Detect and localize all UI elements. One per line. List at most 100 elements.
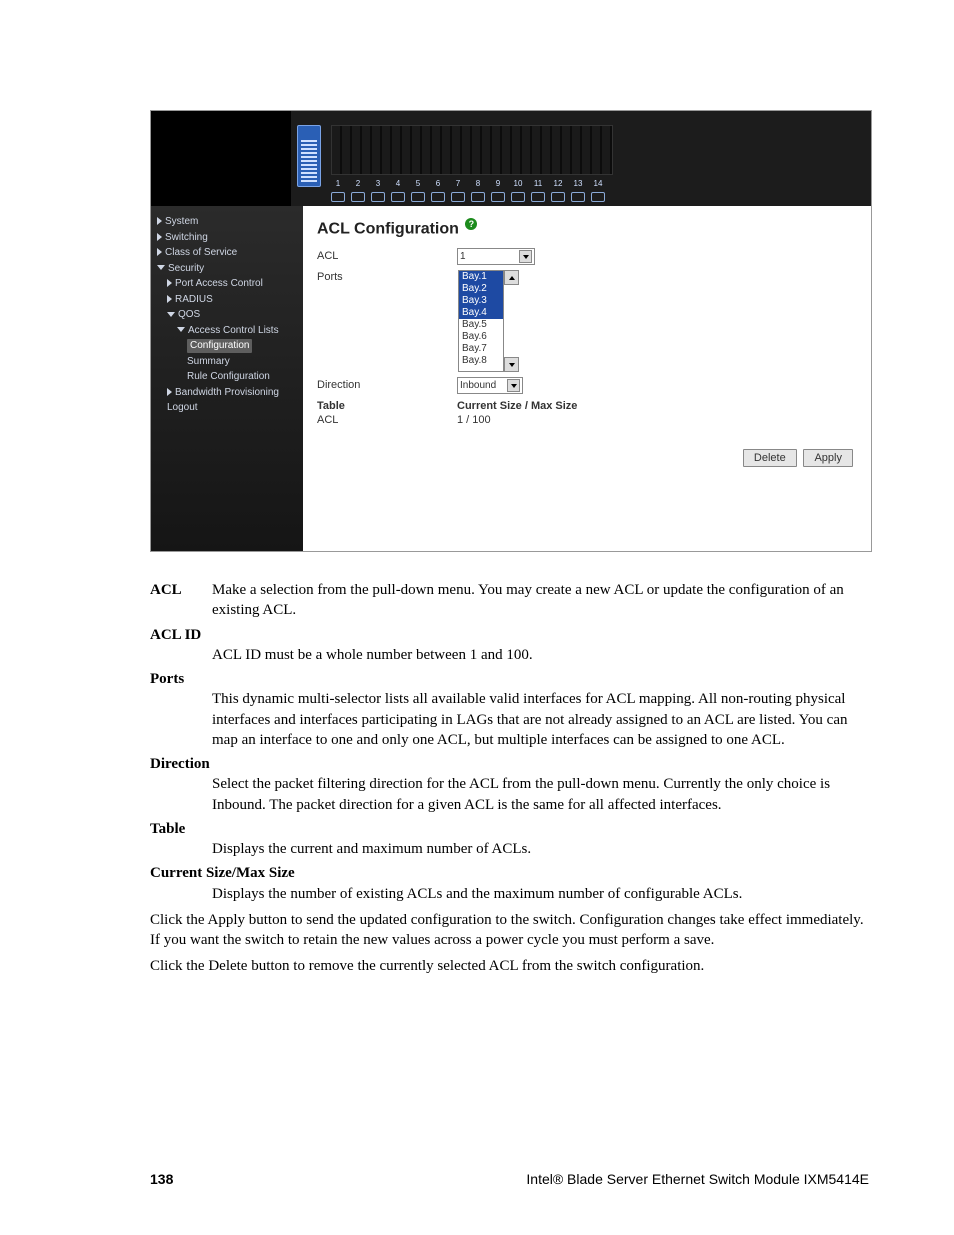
port-box[interactable]	[431, 192, 445, 202]
nav-item[interactable]: QOS	[157, 307, 297, 323]
direction-row: Direction Inbound	[317, 377, 857, 394]
screenshot-panel: 1234567891011121314 SystemSwitchingClass…	[150, 110, 872, 552]
chevron-down-icon	[507, 379, 520, 392]
nav-item-label: Summary	[187, 356, 230, 367]
direction-label: Direction	[317, 377, 457, 391]
delete-button[interactable]: Delete	[743, 449, 797, 467]
ports-option[interactable]: Bay.7	[459, 343, 503, 355]
port-slots-graphic	[331, 125, 613, 175]
acl-select[interactable]: 1	[457, 248, 535, 265]
apply-button[interactable]: Apply	[803, 449, 853, 467]
scroll-up-button[interactable]	[504, 270, 519, 285]
port-box[interactable]	[491, 192, 505, 202]
nav-item[interactable]: Port Access Control	[157, 276, 297, 292]
term-acl: ACL	[150, 580, 212, 600]
nav-item[interactable]: System	[157, 214, 297, 230]
port-number: 11	[531, 179, 545, 188]
nav-item-label: QOS	[178, 309, 200, 320]
port-box[interactable]	[351, 192, 365, 202]
port-number: 1	[331, 179, 345, 188]
port-box[interactable]	[371, 192, 385, 202]
port-box[interactable]	[571, 192, 585, 202]
nav-item[interactable]: Summary	[157, 354, 297, 370]
table-row: ACL 1 / 100	[317, 414, 857, 426]
header-left-blank	[151, 111, 291, 206]
table-header: Table Current Size / Max Size	[317, 400, 857, 412]
ports-option[interactable]: Bay.4	[459, 307, 503, 319]
port-box[interactable]	[411, 192, 425, 202]
caret-down-icon	[177, 327, 185, 332]
port-number: 2	[351, 179, 365, 188]
ports-scrollbar[interactable]	[504, 270, 519, 372]
nav-item-label: Class of Service	[165, 247, 237, 258]
port-box[interactable]	[551, 192, 565, 202]
direction-select[interactable]: Inbound	[457, 377, 523, 394]
table-cell-col2: 1 / 100	[457, 414, 491, 426]
caret-down-icon	[157, 265, 165, 270]
page-title: ACL Configuration ?	[317, 218, 857, 238]
ports-option[interactable]: Bay.8	[459, 355, 503, 367]
nav-item[interactable]: Security	[157, 261, 297, 277]
paragraph-apply: Click the Apply button to send the updat…	[150, 910, 869, 951]
port-number: 7	[451, 179, 465, 188]
help-icon[interactable]: ?	[465, 218, 477, 230]
port-number: 12	[551, 179, 565, 188]
port-box[interactable]	[471, 192, 485, 202]
port-box[interactable]	[451, 192, 465, 202]
ports-option[interactable]: Bay.6	[459, 331, 503, 343]
direction-value: Inbound	[460, 380, 496, 391]
table-header-col2: Current Size / Max Size	[457, 400, 577, 412]
caret-right-icon	[157, 233, 162, 241]
term-curmax: Current Size/Max Size	[150, 863, 869, 883]
port-number-row: 1234567891011121314	[331, 179, 613, 188]
port-box-row	[331, 192, 613, 202]
port-box[interactable]	[531, 192, 545, 202]
nav-item-label: Access Control Lists	[188, 325, 279, 336]
nav-item[interactable]: Access Control Lists	[157, 323, 297, 339]
port-box[interactable]	[511, 192, 525, 202]
term-direction: Direction	[150, 754, 869, 774]
port-box[interactable]	[591, 192, 605, 202]
caret-right-icon	[167, 388, 172, 396]
port-number: 13	[571, 179, 585, 188]
scroll-track[interactable]	[504, 285, 519, 357]
port-box[interactable]	[331, 192, 345, 202]
port-number: 6	[431, 179, 445, 188]
scroll-down-button[interactable]	[504, 357, 519, 372]
port-number: 3	[371, 179, 385, 188]
device-icon	[297, 125, 321, 187]
nav-item[interactable]: Bandwidth Provisioning	[157, 385, 297, 401]
document-body: ACL Make a selection from the pull-down …	[150, 580, 869, 977]
nav-item-label: System	[165, 216, 198, 227]
nav-item[interactable]: Configuration	[157, 338, 297, 354]
nav-item[interactable]: RADIUS	[157, 292, 297, 308]
page-number: 138	[150, 1171, 173, 1187]
nav-item-label: Switching	[165, 232, 208, 243]
ports-option[interactable]: Bay.3	[459, 295, 503, 307]
def-curmax-text: Displays the number of existing ACLs and…	[212, 884, 869, 904]
ports-list[interactable]: Bay.1Bay.2Bay.3Bay.4Bay.5Bay.6Bay.7Bay.8	[458, 270, 504, 372]
nav-item-label: Rule Configuration	[187, 371, 270, 382]
table-cell-col1: ACL	[317, 414, 457, 426]
ports-multiselect[interactable]: Bay.1Bay.2Bay.3Bay.4Bay.5Bay.6Bay.7Bay.8	[457, 269, 520, 373]
nav-item[interactable]: Class of Service	[157, 245, 297, 261]
ports-option[interactable]: Bay.2	[459, 283, 503, 295]
caret-right-icon	[167, 295, 172, 303]
caret-right-icon	[167, 279, 172, 287]
nav-item[interactable]: Logout	[157, 400, 297, 416]
port-number: 9	[491, 179, 505, 188]
term-table: Table	[150, 819, 869, 839]
def-acl-text: Make a selection from the pull-down menu…	[212, 580, 869, 621]
port-number: 14	[591, 179, 605, 188]
ports-label: Ports	[317, 269, 457, 283]
nav-item[interactable]: Rule Configuration	[157, 369, 297, 385]
nav-item-label: Bandwidth Provisioning	[175, 387, 279, 398]
ports-option[interactable]: Bay.5	[459, 319, 503, 331]
paragraph-delete: Click the Delete button to remove the cu…	[150, 956, 869, 976]
nav-item[interactable]: Switching	[157, 230, 297, 246]
port-number: 8	[471, 179, 485, 188]
ports-option[interactable]: Bay.1	[459, 271, 503, 283]
acl-select-value: 1	[460, 251, 466, 262]
port-box[interactable]	[391, 192, 405, 202]
header-port-area: 1234567891011121314	[291, 111, 871, 206]
